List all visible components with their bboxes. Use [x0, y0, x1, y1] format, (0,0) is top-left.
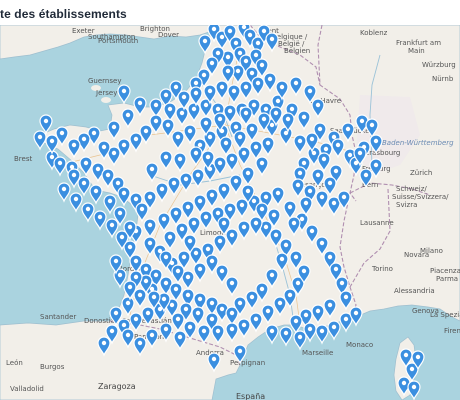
establishment-marker[interactable]	[89, 184, 103, 205]
page-title: te des établissements	[0, 7, 127, 21]
establishment-marker[interactable]	[53, 156, 67, 177]
place-label: Lausanne	[360, 219, 394, 227]
place-label: Nürnb	[432, 75, 454, 83]
place-label: Jersey	[95, 89, 117, 97]
establishment-marker[interactable]	[77, 176, 91, 197]
establishment-marker[interactable]	[57, 182, 71, 203]
establishment-marker[interactable]	[33, 130, 47, 151]
establishment-marker[interactable]	[293, 330, 307, 351]
map-view[interactable]: Exeter Southampton Brighton Portsmouth Dover…	[0, 25, 460, 400]
establishment-marker[interactable]	[117, 84, 131, 105]
place-label: Monaco	[346, 341, 373, 349]
establishment-marker[interactable]	[81, 202, 95, 223]
place-label: Svizra	[396, 201, 417, 209]
place-label: León	[6, 359, 23, 367]
place-label: España	[236, 392, 265, 400]
place-label: Schweiz/	[396, 185, 427, 193]
place-label: Guernsey	[88, 77, 121, 85]
place-label: La Spezia	[430, 311, 460, 319]
establishment-marker[interactable]	[315, 324, 329, 345]
place-label: Frankfurt am	[396, 39, 441, 47]
establishment-marker[interactable]	[407, 380, 421, 400]
place-label: Portsmouth	[98, 37, 138, 45]
place-label: Piacenza	[430, 267, 460, 275]
place-label: Burgos	[40, 363, 65, 371]
place-label: Brest	[14, 155, 32, 163]
establishment-marker[interactable]	[93, 210, 107, 231]
place-label: Baden-Württemberg	[382, 139, 454, 147]
establishment-marker[interactable]	[279, 326, 293, 347]
establishment-marker[interactable]	[69, 192, 83, 213]
place-label: Firenz	[444, 327, 460, 335]
place-label: Main	[408, 47, 425, 55]
place-label: Perpignan	[230, 359, 265, 367]
place-label: Koblenz	[360, 29, 388, 37]
establishment-marker[interactable]	[45, 134, 59, 155]
basemap: ExeterSouthamptonBrightonPortsmouthDover…	[0, 25, 460, 400]
place-label: Novara	[404, 251, 429, 259]
place-label: Santander	[40, 313, 76, 321]
place-label: Zaragoza	[98, 382, 136, 391]
place-label: Alessandria	[394, 287, 435, 295]
place-label: Suisse/Svizzera/	[392, 193, 449, 201]
place-label: Parma	[436, 275, 458, 283]
place-label: Zürich	[410, 169, 432, 177]
place-label: Marseille	[302, 349, 333, 357]
place-label: Würzburg	[422, 61, 456, 69]
establishment-marker[interactable]	[327, 320, 341, 341]
land-jersey	[101, 97, 111, 103]
place-label: Valladolid	[10, 385, 44, 393]
place-label: Dover	[158, 31, 179, 39]
establishment-marker[interactable]	[265, 324, 279, 345]
place-label: Torino	[371, 265, 393, 273]
place-label: Belgien	[284, 47, 310, 55]
